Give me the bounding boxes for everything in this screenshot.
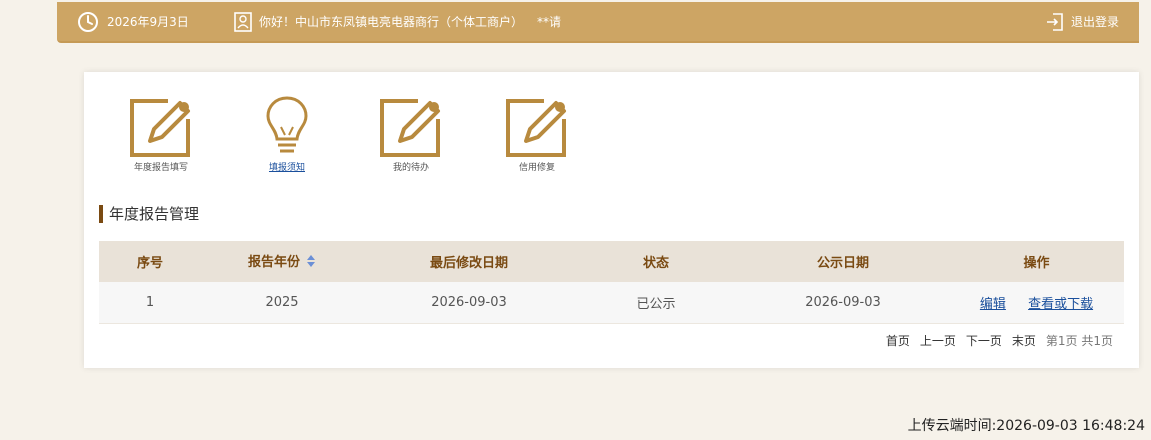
- col-year-label: 报告年份: [247, 255, 300, 271]
- tile-label: 我的待办: [392, 163, 429, 173]
- last-page-button[interactable]: 末页: [1012, 332, 1036, 349]
- main-card: 年度报告填写 填报须知 我的待办 信用修复 年度报告管理 序号 报告年份 最后修…: [84, 72, 1139, 368]
- sort-icon[interactable]: [306, 254, 316, 272]
- user-icon: [233, 11, 253, 33]
- tile-my-todo[interactable]: 我的待办: [364, 94, 458, 173]
- col-actions: 操作: [949, 241, 1124, 282]
- tile-label: 年度报告填写: [133, 163, 188, 173]
- greeting-text: 你好！中山市东凤镇电亮电器商行（个体工商户）: [259, 15, 524, 29]
- cell-public-date: 2026-09-03: [737, 282, 949, 324]
- edit-icon: [490, 94, 584, 158]
- tile-annual-report[interactable]: 年度报告填写: [114, 94, 208, 173]
- table-header-row: 序号 报告年份 最后修改日期 状态 公示日期 操作: [99, 241, 1124, 282]
- edit-icon: [364, 94, 458, 158]
- current-date: 2026年9月3日: [107, 15, 189, 29]
- next-page-button[interactable]: 下一页: [966, 332, 1002, 349]
- first-page-button[interactable]: 首页: [886, 332, 910, 349]
- password-hint: **请: [537, 15, 562, 29]
- prev-page-button[interactable]: 上一页: [920, 332, 956, 349]
- header-bar: 2026年9月3日 你好！中山市东凤镇电亮电器商行（个体工商户） **请 退出登…: [57, 2, 1139, 43]
- tile-label: 信用修复: [518, 163, 555, 173]
- edit-link[interactable]: 编辑: [980, 297, 1006, 312]
- cell-actions: 编辑 查看或下载: [949, 282, 1124, 324]
- cell-index: 1: [99, 282, 201, 324]
- cell-year: 2025: [201, 282, 363, 324]
- edit-icon: [114, 94, 208, 158]
- user-group: 你好！中山市东凤镇电亮电器商行（个体工商户） **请: [233, 2, 561, 41]
- clock-icon: [77, 11, 99, 33]
- section-title: 年度报告管理: [99, 205, 199, 223]
- cell-modified: 2026-09-03: [363, 282, 575, 324]
- view-download-link[interactable]: 查看或下载: [1028, 297, 1093, 312]
- col-modified: 最后修改日期: [363, 241, 575, 282]
- tile-fill-notice[interactable]: 填报须知: [240, 94, 334, 173]
- logout-label: 退出登录: [1071, 15, 1120, 29]
- col-status: 状态: [575, 241, 737, 282]
- date-group: 2026年9月3日: [77, 2, 189, 41]
- col-index: 序号: [99, 241, 201, 282]
- logout-icon: [1045, 11, 1065, 33]
- report-table: 序号 报告年份 最后修改日期 状态 公示日期 操作 1 2025 2026-09…: [99, 241, 1124, 324]
- col-year[interactable]: 报告年份: [201, 241, 363, 282]
- cell-status: 已公示: [575, 282, 737, 324]
- upload-time: 上传云端时间:2026-09-03 16:48:24: [907, 418, 1145, 434]
- pagination: 首页 上一页 下一页 末页 第1页 共1页: [886, 332, 1113, 349]
- tile-label[interactable]: 填报须知: [240, 160, 334, 173]
- col-public-date: 公示日期: [737, 241, 949, 282]
- table-row: 1 2025 2026-09-03 已公示 2026-09-03 编辑 查看或下…: [99, 282, 1124, 324]
- page-info: 第1页 共1页: [1045, 334, 1113, 348]
- lightbulb-icon: [240, 94, 334, 158]
- tile-credit-repair[interactable]: 信用修复: [490, 94, 584, 173]
- logout-button[interactable]: 退出登录: [1045, 2, 1119, 41]
